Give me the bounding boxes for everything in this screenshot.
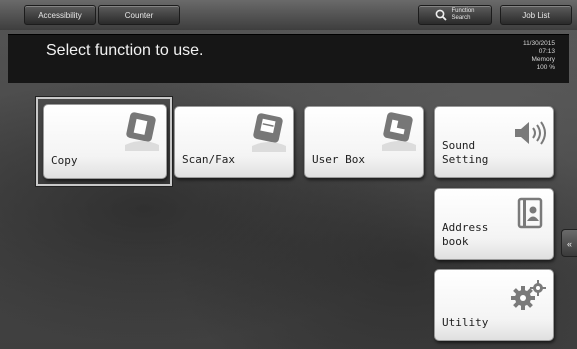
copy-label: Copy — [51, 154, 78, 167]
sound-setting-label-1: Sound — [442, 139, 476, 152]
status-panel: 11/30/2015 07:13 Memory 100 % — [523, 40, 555, 72]
page-title: Select function to use. — [46, 42, 204, 59]
copy-button[interactable]: Copy — [43, 104, 167, 179]
copy-doc-icon — [125, 112, 159, 151]
address-book-icon — [517, 197, 543, 229]
counter-button[interactable]: Counter — [98, 5, 180, 25]
sound-setting-button[interactable]: Sound Setting — [434, 106, 554, 178]
utility-button[interactable]: Utility — [434, 269, 554, 341]
status-time: 07:13 — [538, 48, 555, 55]
status-memory-label: Memory — [531, 56, 555, 63]
function-search-label-2: Search — [451, 15, 471, 21]
address-book-label: Address book — [442, 221, 488, 249]
message-bar: Select function to use. 11/30/2015 07:13… — [8, 34, 569, 83]
scan-fax-button[interactable]: Scan/Fax — [174, 106, 294, 178]
double-chevron-left-icon: « — [566, 239, 572, 249]
function-search-label-1: Function — [451, 8, 475, 14]
gear-icon — [511, 280, 546, 310]
status-date: 11/30/2015 — [522, 40, 555, 47]
accessibility-button[interactable]: Accessibility — [24, 5, 96, 25]
side-panel-tab[interactable]: « — [561, 229, 577, 257]
speaker-icon — [515, 121, 546, 145]
search-icon — [436, 9, 448, 21]
sound-setting-label: Sound Setting — [442, 139, 488, 167]
function-search-button[interactable]: Function Search — [418, 5, 492, 25]
utility-label: Utility — [442, 316, 489, 329]
top-toolbar: Accessibility Counter Function Search Jo… — [0, 0, 577, 30]
status-memory-value: 100 % — [536, 64, 555, 71]
user-box-label: User Box — [312, 153, 365, 166]
address-book-label-1: Address — [442, 221, 489, 234]
sound-setting-label-2: Setting — [442, 153, 489, 166]
address-book-button[interactable]: Address book — [434, 188, 554, 260]
user-box-icon — [382, 112, 416, 151]
scan-fax-icon — [252, 113, 286, 152]
address-book-label-2: book — [442, 235, 469, 248]
user-box-button[interactable]: User Box — [304, 106, 424, 178]
job-list-button[interactable]: Job List — [500, 5, 572, 25]
scan-fax-label: Scan/Fax — [182, 153, 235, 166]
